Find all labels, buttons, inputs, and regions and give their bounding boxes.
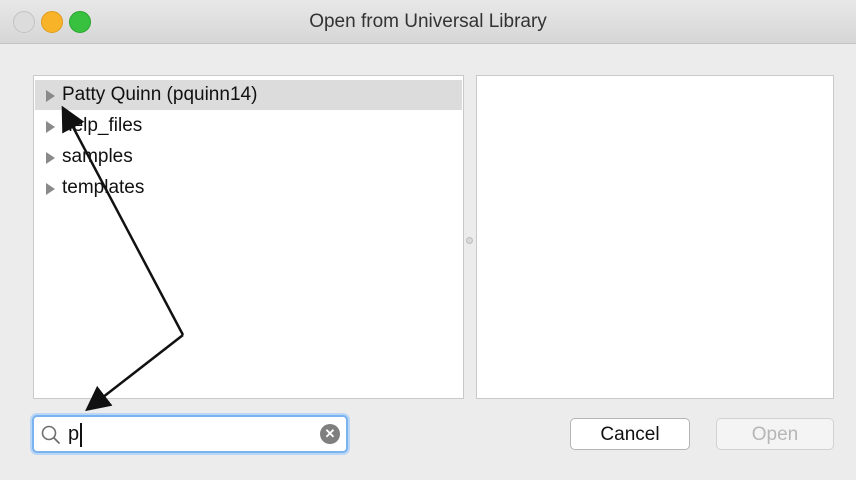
preview-pane [476, 75, 834, 399]
disclosure-triangle-icon[interactable] [46, 183, 55, 195]
tree-row-label: templates [62, 177, 145, 198]
library-tree-pane[interactable]: Patty Quinn (pquinn14) help_files sample… [33, 75, 464, 399]
tree-row-label: Patty Quinn (pquinn14) [62, 84, 258, 105]
pane-splitter-handle[interactable] [466, 237, 473, 244]
search-input[interactable]: p [68, 417, 79, 451]
tree-row-label: samples [62, 146, 133, 167]
tree-row-label: help_files [62, 115, 143, 136]
cancel-button[interactable]: Cancel [570, 418, 690, 450]
title-bar: Open from Universal Library [0, 0, 856, 44]
disclosure-triangle-icon[interactable] [46, 121, 55, 133]
disclosure-triangle-icon[interactable] [46, 90, 55, 102]
window-title: Open from Universal Library [309, 11, 547, 32]
tree-row-templates[interactable]: templates [35, 173, 462, 203]
text-caret [80, 423, 82, 447]
open-button[interactable]: Open [716, 418, 834, 450]
magnifier-icon [41, 425, 60, 444]
disclosure-triangle-icon[interactable] [46, 152, 55, 164]
search-field[interactable]: p ✕ [32, 415, 348, 453]
tree-row-samples[interactable]: samples [35, 142, 462, 172]
tree-row-help-files[interactable]: help_files [35, 111, 462, 141]
clear-x-icon[interactable]: ✕ [320, 424, 340, 444]
tree-row-user[interactable]: Patty Quinn (pquinn14) [35, 80, 462, 110]
